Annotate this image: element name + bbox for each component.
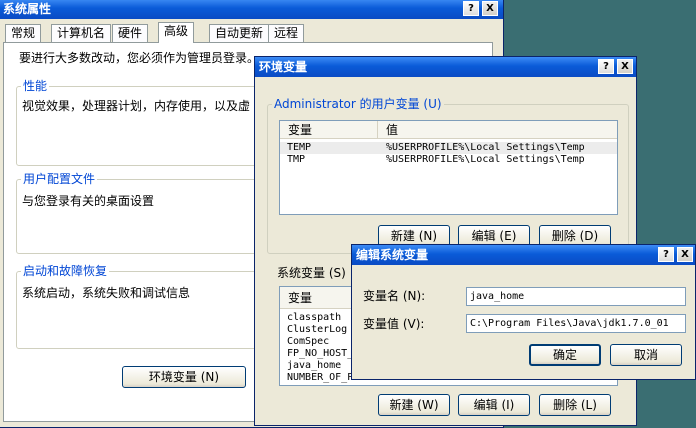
var-name: TMP bbox=[287, 154, 306, 165]
sys-var-name[interactable]: FP_NO_HOST_C bbox=[287, 348, 359, 360]
system-delete-button[interactable]: 删除 (L) bbox=[539, 394, 611, 416]
system-variables-label: 系统变量 (S) bbox=[277, 266, 346, 280]
help-button[interactable]: ? bbox=[658, 247, 674, 262]
performance-desc: 视觉效果，处理器计划，内存使用，以及虚 bbox=[22, 99, 251, 113]
var-value: %USERPROFILE%\Local Settings\Temp bbox=[386, 154, 585, 165]
performance-label: 性能 bbox=[21, 79, 50, 93]
column-header-value[interactable]: 值 bbox=[378, 121, 617, 139]
variable-name-input[interactable]: java_home bbox=[466, 287, 686, 306]
edit-system-variable-window: 编辑系统变量 ? X 变量名 (N): java_home 变量值 (V): C… bbox=[351, 244, 696, 380]
tab-hardware[interactable]: 硬件 bbox=[112, 24, 149, 42]
title-bar[interactable]: 编辑系统变量 bbox=[352, 245, 695, 265]
cancel-button[interactable]: 取消 bbox=[610, 344, 682, 366]
user-variables-label: Administrator 的用户变量 (U) bbox=[272, 97, 444, 111]
startup-recovery-label: 启动和故障恢复 bbox=[21, 264, 110, 278]
user-profile-label: 用户配置文件 bbox=[21, 172, 98, 186]
var-value: %USERPROFILE%\Local Settings\Temp bbox=[386, 142, 585, 153]
user-variables-list[interactable]: 变量 值 TEMP %USERPROFILE%\Local Settings\T… bbox=[279, 120, 618, 215]
sys-var-name[interactable]: java_home bbox=[287, 360, 341, 372]
sys-var-name[interactable]: classpath bbox=[287, 312, 341, 324]
user-var-row[interactable]: TEMP %USERPROFILE%\Local Settings\Temp bbox=[280, 142, 617, 154]
window-title: 环境变量 bbox=[259, 60, 308, 74]
tab-general[interactable]: 常规 bbox=[5, 24, 42, 42]
column-header-variable[interactable]: 变量 bbox=[280, 121, 378, 139]
sys-var-name[interactable]: ClusterLog bbox=[287, 324, 347, 336]
var-name: TEMP bbox=[287, 142, 312, 153]
variable-value-label: 变量值 (V): bbox=[363, 317, 425, 331]
sys-var-name[interactable]: NUMBER_OF_PR bbox=[287, 372, 359, 384]
title-bar[interactable]: 环境变量 bbox=[255, 57, 636, 77]
ok-button[interactable]: 确定 bbox=[529, 344, 601, 366]
environment-variables-button[interactable]: 环境变量 (N) bbox=[122, 366, 246, 388]
tab-computer-name[interactable]: 计算机名 bbox=[51, 24, 112, 42]
close-button[interactable]: X bbox=[482, 1, 498, 16]
sys-var-name[interactable]: ComSpec bbox=[287, 336, 329, 348]
variable-value-input[interactable]: C:\Program Files\Java\jdk1.7.0_01 bbox=[466, 314, 686, 333]
tab-advanced[interactable]: 高级 bbox=[158, 22, 195, 43]
tab-auto-update[interactable]: 自动更新 bbox=[209, 24, 270, 42]
system-edit-button[interactable]: 编辑 (I) bbox=[458, 394, 530, 416]
user-profile-desc: 与您登录有关的桌面设置 bbox=[22, 194, 155, 208]
variable-name-label: 变量名 (N): bbox=[363, 289, 426, 303]
user-var-row[interactable]: TMP %USERPROFILE%\Local Settings\Temp bbox=[280, 154, 617, 166]
admin-notice: 要进行大多数改动，您必须作为管理员登录。 bbox=[19, 51, 260, 65]
close-button[interactable]: X bbox=[617, 59, 633, 74]
help-button[interactable]: ? bbox=[463, 1, 479, 16]
tab-remote[interactable]: 远程 bbox=[268, 24, 305, 42]
help-button[interactable]: ? bbox=[598, 59, 614, 74]
system-new-button[interactable]: 新建 (W) bbox=[378, 394, 450, 416]
title-bar[interactable]: 系统属性 bbox=[0, 0, 503, 19]
window-title: 系统属性 bbox=[3, 2, 52, 16]
close-button[interactable]: X bbox=[677, 247, 693, 262]
window-title: 编辑系统变量 bbox=[356, 248, 429, 262]
startup-recovery-desc: 系统启动，系统失败和调试信息 bbox=[22, 286, 191, 300]
